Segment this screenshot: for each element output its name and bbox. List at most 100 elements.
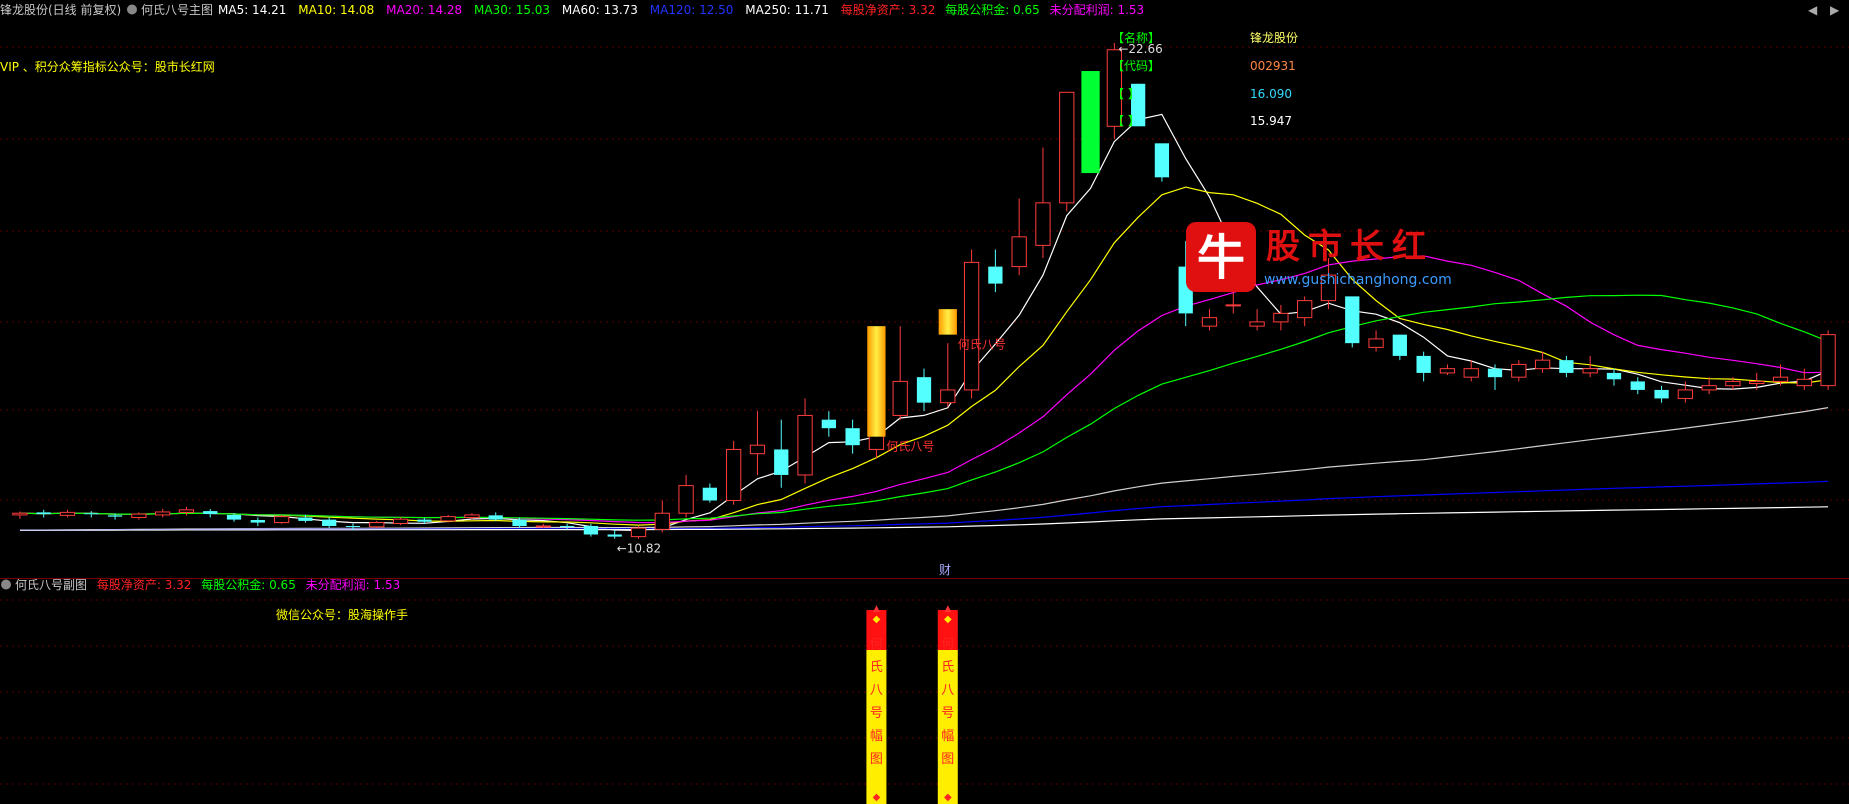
chevron-left-icon[interactable]: ◀ (1808, 3, 1818, 17)
diamond-icon: ◆ (873, 614, 881, 625)
info-value-3: 16.090 (1250, 87, 1292, 101)
chevron-right-icon[interactable]: ▶ (1830, 3, 1840, 17)
sub-signal-char: 图 (870, 752, 883, 767)
sub-signal-char: 幅 (870, 729, 883, 744)
candle-body (630, 527, 647, 538)
signal-bar-label: 何氏八号 (886, 440, 934, 454)
candle-body (1796, 378, 1812, 387)
candle-body (535, 525, 551, 528)
candle-body (345, 525, 361, 527)
candle-body (1772, 376, 1789, 382)
promo-sub: 微信公众号：股海操作手 (276, 607, 408, 622)
ma20-label: MA20: 14.28 (386, 3, 462, 17)
price-annotations: ←22.66←10.82 (617, 42, 1163, 556)
candle-body (1606, 372, 1622, 380)
sub-signal-char: 八 (870, 683, 883, 698)
candle-body (1297, 300, 1313, 319)
candle-body (155, 511, 171, 516)
candle-body (59, 511, 76, 516)
indicator-name[interactable]: 何氏八号主图 (141, 3, 213, 17)
stock-title[interactable]: 锋龙股份(日线 前复权) (0, 2, 121, 17)
candle-body (1035, 202, 1051, 246)
candle-body (1249, 321, 1265, 327)
candle-body (203, 511, 218, 515)
candle-body (1749, 380, 1765, 385)
diamond-icon: ◆ (944, 792, 952, 803)
ma-line-ma250 (19, 506, 1829, 531)
watermark-title: 股市长红 (1266, 227, 1434, 267)
ma-line-ma10 (19, 186, 1829, 526)
ma30-label: MA30: 15.03 (474, 3, 550, 17)
info-label-4: 【 】 (1112, 114, 1140, 128)
signal-bar-gold (867, 326, 886, 437)
candle-body (1416, 355, 1431, 373)
sub-signal-char: 号 (870, 706, 883, 721)
promo-top: VIP 、积分众筹指标公众号：股市长红网 (0, 59, 215, 74)
candle-body (369, 522, 385, 528)
arrow-up-icon: ▲ (944, 604, 951, 614)
candle-body (726, 448, 742, 501)
reserve-label: 每股公积金: 0.65 (945, 2, 1040, 17)
sub-signal-char: 氏 (941, 660, 954, 675)
ma60-label: MA60: 13.73 (562, 3, 638, 17)
candle-body (1654, 389, 1669, 399)
candle-body (322, 519, 337, 526)
sub-header-text: 何氏八号副图 每股净资产: 3.32 每股公积金: 0.65 未分配利润: 1.… (15, 577, 400, 592)
candle-body (892, 380, 908, 416)
candle-body (607, 534, 622, 537)
candle-body (1201, 317, 1218, 327)
ma-legend: MA5: 14.21 MA10: 14.08 MA20: 14.28 MA30:… (218, 2, 1144, 17)
profit-label: 未分配利润: 1.53 (1050, 3, 1145, 17)
sub-signal-char: 号 (941, 706, 954, 721)
candle-body (84, 513, 99, 515)
candle-body (1225, 304, 1241, 307)
sub-signal-char: 幅 (941, 729, 954, 744)
ma10-label: MA10: 14.08 (298, 3, 374, 17)
candle-body (845, 428, 860, 446)
ma120-label: MA120: 12.50 (650, 3, 734, 17)
candle-body (1511, 363, 1527, 378)
candle-body (1463, 368, 1479, 378)
sub-collapse-icon[interactable] (1, 579, 11, 590)
candle-body (178, 509, 195, 513)
collapse-icon[interactable] (127, 4, 137, 15)
candle-body (963, 261, 980, 391)
candle-body (1534, 359, 1551, 370)
candle-body (916, 377, 932, 403)
candle-body (797, 414, 813, 476)
candle-body (298, 517, 313, 521)
candle-body (273, 516, 290, 524)
candle-body (1059, 91, 1075, 204)
candle-body (392, 518, 409, 524)
candle-body (1559, 360, 1574, 373)
low-annotation: ←10.82 (617, 542, 661, 556)
candle-body (1392, 334, 1407, 356)
candle-body (464, 514, 480, 518)
candle-body (702, 487, 718, 501)
sub-reserve-label: 每股公积金: 0.65 (201, 577, 296, 592)
candle-body (1273, 312, 1289, 323)
candle-body (1345, 296, 1360, 344)
candle-body (821, 419, 836, 429)
info-value-name: 锋龙股份 (1250, 31, 1298, 45)
sub-signal-char: 氏 (870, 660, 883, 675)
candle-body (512, 519, 527, 526)
watermark: 牛 股市长红 www.gushichanghong.com (1186, 222, 1452, 292)
candle-body (36, 512, 51, 515)
info-value-code: 002931 (1250, 59, 1296, 73)
candle-body (1677, 389, 1693, 399)
watermark-url: www.gushichanghong.com (1264, 272, 1452, 288)
signal-bar-gold (938, 309, 957, 335)
candle-body (749, 444, 766, 455)
stock-chart: 何氏八号何氏八号 ◆▲何氏八号幅图◆◆▲何氏八号幅图◆ ←22.66←10.82… (0, 2, 1849, 804)
candle-body (226, 514, 242, 520)
ma-line-ma60 (19, 407, 1829, 531)
candle-body (1725, 380, 1741, 387)
candle-body (559, 525, 575, 527)
arrow-up-icon: ▲ (873, 604, 880, 614)
bull-icon: 牛 (1197, 230, 1245, 286)
candle-body (1487, 368, 1503, 378)
sub-signal-columns: ◆▲何氏八号幅图◆◆▲何氏八号幅图◆ (866, 604, 958, 804)
candle-body (250, 520, 265, 523)
candle-body (1582, 368, 1598, 374)
